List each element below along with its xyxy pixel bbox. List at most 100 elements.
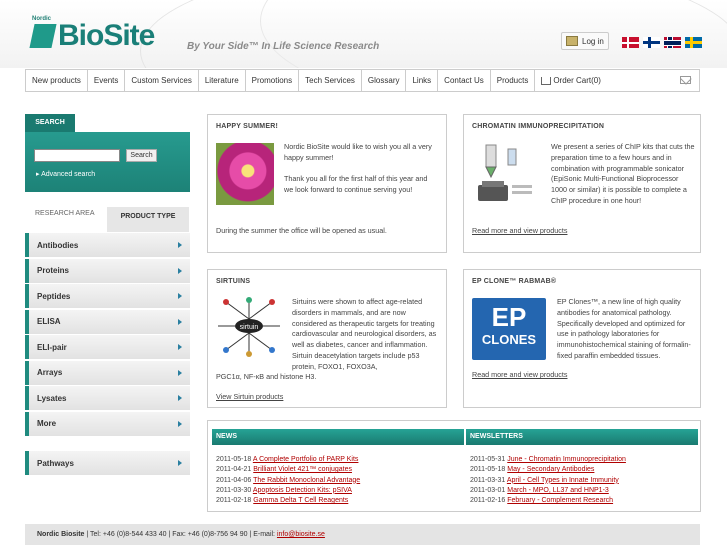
footer-email-link[interactable]: info@biosite.se xyxy=(277,531,325,538)
footer: Nordic Biosite | Tel: +46 (0)8-544 433 4… xyxy=(25,524,700,545)
news-link[interactable]: Brilliant Violet 421™ conjugates xyxy=(253,466,352,473)
news-date: 2011-03-30 xyxy=(216,486,252,494)
advanced-search-label: Advanced search xyxy=(41,171,96,178)
nav-links[interactable]: Links xyxy=(406,70,439,91)
arrow-right-icon xyxy=(178,293,182,299)
chip-text: We present a series of ChIP kits that cu… xyxy=(551,142,695,205)
chip-read-more-link[interactable]: Read more and view products xyxy=(472,226,567,237)
list-item: 2011-05-31 June - Chromatin Immunoprecip… xyxy=(470,455,626,465)
sidebar-item-more[interactable]: More xyxy=(25,411,190,436)
newsletter-link[interactable]: February - Complement Research xyxy=(507,497,613,504)
nav-new-products[interactable]: New products xyxy=(26,70,88,91)
language-flags xyxy=(622,37,702,48)
tagline: By Your Side™ In Life Science Research xyxy=(187,41,380,52)
arrow-right-icon xyxy=(178,395,182,401)
sidebar-item-label: Lysates xyxy=(37,393,67,403)
sidebar-item-label: Antibodies xyxy=(37,240,79,250)
news-date: 2011-04-06 xyxy=(216,476,252,484)
sidebar-item-label: ELISA xyxy=(37,317,61,326)
tab-research-area[interactable]: RESEARCH AREA xyxy=(25,207,107,232)
list-item: 2011-03-31 April - Cell Types in Innate … xyxy=(470,476,626,486)
sidebar-item-proteins[interactable]: Proteins xyxy=(25,258,190,283)
nav-order-cart[interactable]: Order Cart(0) xyxy=(535,70,607,91)
nav-contact-us[interactable]: Contact Us xyxy=(438,70,491,91)
newsletter-link[interactable]: March - MPO, LL37 and HNP1-3 xyxy=(507,487,609,494)
search-tab: SEARCH xyxy=(25,114,75,132)
logo[interactable]: Nordic BioSite xyxy=(29,16,155,52)
panel-chip: CHROMATIN IMMUNOPRECIPITATION We present… xyxy=(463,114,701,253)
list-item: 2011-04-21 Brilliant Violet 421™ conjuga… xyxy=(216,465,360,475)
search-input[interactable] xyxy=(34,149,120,162)
tab-product-type[interactable]: PRODUCT TYPE xyxy=(107,207,189,232)
news-list: 2011-05-18 A Complete Portfolio of PARP … xyxy=(216,455,360,506)
flag-se-icon[interactable] xyxy=(685,37,702,48)
happy-text-3: During the summer the office will be ope… xyxy=(216,226,387,235)
newsletters-list: 2011-05-31 June - Chromatin Immunoprecip… xyxy=(470,455,626,506)
news-link[interactable]: Gamma Delta T Cell Reagents xyxy=(253,497,348,504)
arrow-right-icon xyxy=(178,242,182,248)
sidebar-item-eli-pair[interactable]: ELI-pair xyxy=(25,335,190,359)
nav-tech-services[interactable]: Tech Services xyxy=(299,70,362,91)
sidebar-list: Antibodies Proteins Peptides ELISA ELI-p… xyxy=(25,233,190,437)
nav-literature[interactable]: Literature xyxy=(199,70,246,91)
sidebar-item-label: Arrays xyxy=(37,368,63,377)
panel-happy-summer: HAPPY SUMMER! Nordic BioSite would like … xyxy=(207,114,447,253)
list-item: 2011-05-18 May - Secondary Antibodies xyxy=(470,465,626,475)
newsletter-link[interactable]: May - Secondary Antibodies xyxy=(507,466,594,473)
newsletters-header: NEWSLETTERS xyxy=(466,429,698,445)
nav-events[interactable]: Events xyxy=(88,70,126,91)
login-button[interactable]: Log in xyxy=(561,32,609,50)
flag-no-icon[interactable] xyxy=(664,37,681,48)
sirtuin-diagram-image: sirtuin xyxy=(214,296,284,360)
news-link[interactable]: Apoptosis Detection Kits: pSIVA xyxy=(253,487,352,494)
panel-sirtuins: SIRTUINS sirtuin Sirtuins were shown to … xyxy=(207,269,447,408)
main-nav: New products Events Custom Services Lite… xyxy=(25,69,700,92)
sidebar-item-label: ELI-pair xyxy=(37,342,67,352)
list-item: 2011-03-30 Apoptosis Detection Kits: pSI… xyxy=(216,486,360,496)
ep-logo-line2: CLONES xyxy=(481,332,537,347)
newsletter-link[interactable]: April - Cell Types in Innate Immunity xyxy=(507,477,619,484)
mail-icon[interactable] xyxy=(680,76,691,84)
news-link[interactable]: A Complete Portfolio of PARP Kits xyxy=(253,456,359,463)
news-date: 2011-04-21 xyxy=(216,466,252,474)
sidebar-item-elisa[interactable]: ELISA xyxy=(25,309,190,334)
nav-glossary[interactable]: Glossary xyxy=(362,70,407,91)
sirtuins-view-link[interactable]: View Sirtuin products xyxy=(216,392,283,403)
newsletter-link[interactable]: June - Chromatin Immunoprecipitation xyxy=(507,456,626,463)
sirtuins-text-2: PGC1α, NF-κB and histone H3. xyxy=(216,372,317,381)
newsletter-date: 2011-03-31 xyxy=(470,476,506,484)
nav-products[interactable]: Products xyxy=(491,70,536,91)
panel-title: CHROMATIN IMMUNOPRECIPITATION xyxy=(472,123,605,130)
arrow-right-icon xyxy=(178,318,182,325)
newsletter-date: 2011-03-01 xyxy=(470,486,506,494)
news-section: NEWS NEWSLETTERS 2011-05-18 A Complete P… xyxy=(207,420,701,512)
happy-text-1: Nordic BioSite would like to wish you al… xyxy=(284,142,432,162)
arrow-right-icon xyxy=(178,369,182,376)
ep-text: EP Clones™, a new line of high quality a… xyxy=(557,297,691,360)
sidebar-item-arrays[interactable]: Arrays xyxy=(25,360,190,385)
advanced-search-link[interactable]: ▸ Advanced search xyxy=(36,170,95,178)
logo-text: BioSite xyxy=(58,19,155,52)
news-link[interactable]: The Rabbit Monoclonal Advantage xyxy=(253,477,360,484)
panel-title: SIRTUINS xyxy=(216,278,251,285)
newsletter-date: 2011-05-18 xyxy=(470,466,506,474)
ep-read-more-link[interactable]: Read more and view products xyxy=(472,370,567,381)
ep-clones-logo: EP CLONES xyxy=(472,298,546,360)
sidebar-item-lysates[interactable]: Lysates xyxy=(25,386,190,410)
nav-custom-services[interactable]: Custom Services xyxy=(125,70,199,91)
flag-fi-icon[interactable] xyxy=(643,37,660,48)
cart-label: Order Cart(0) xyxy=(553,76,601,85)
sidebar-item-peptides[interactable]: Peptides xyxy=(25,284,190,308)
search-button[interactable]: Search xyxy=(126,149,157,162)
arrow-right-icon xyxy=(178,267,182,274)
sidebar-item-antibodies[interactable]: Antibodies xyxy=(25,233,190,257)
flag-dk-icon[interactable] xyxy=(622,37,639,48)
login-label: Log in xyxy=(582,36,604,46)
nav-promotions[interactable]: Promotions xyxy=(246,70,300,91)
sidebar-item-pathways[interactable]: Pathways xyxy=(25,451,190,475)
cart-icon xyxy=(541,76,552,85)
arrow-right-icon xyxy=(178,460,182,466)
sidebar-item-label: Peptides xyxy=(37,291,71,301)
list-item: 2011-02-16 February - Complement Researc… xyxy=(470,496,626,506)
arrow-right-icon xyxy=(178,344,182,350)
